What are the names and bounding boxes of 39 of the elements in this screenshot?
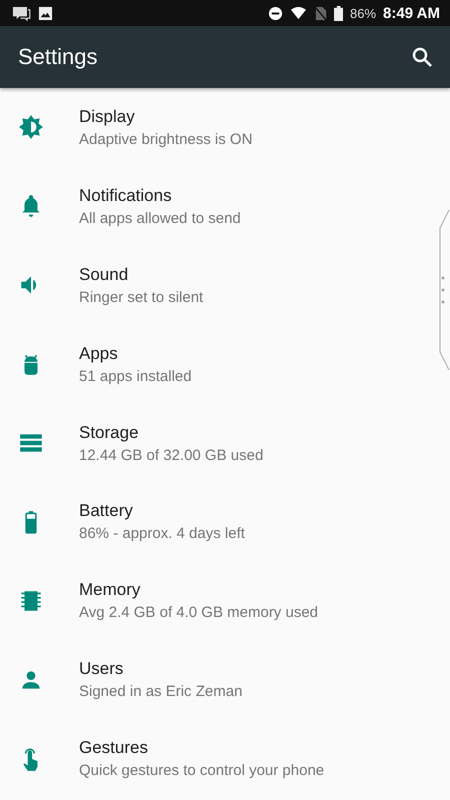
item-title: Battery bbox=[79, 501, 134, 522]
item-summary: 51 apps installed bbox=[79, 368, 192, 385]
chat-icon bbox=[12, 6, 31, 20]
item-title: Memory bbox=[79, 580, 142, 600]
settings-item[interactable]: Users Signed in as Eric Zeman bbox=[0, 640, 450, 720]
item-summary: Quick gestures to control your phone bbox=[79, 762, 324, 780]
item-title: Apps bbox=[79, 344, 119, 364]
item-summary: Avg 2.4 GB of 4.0 GB memory used bbox=[79, 604, 318, 622]
battery-percent: 86% bbox=[350, 6, 376, 20]
item-summary: 12.44 GB of 32.00 GB used bbox=[79, 446, 264, 464]
item-title: Sound bbox=[79, 264, 130, 285]
search-icon[interactable] bbox=[410, 45, 434, 69]
item-title: Display bbox=[79, 106, 136, 127]
settings-item[interactable]: Display Adaptive brightness is ON bbox=[0, 88, 450, 167]
item-summary: Signed in as Eric Zeman bbox=[79, 683, 242, 700]
settings-item[interactable]: Storage 12.44 GB of 32.00 GB used bbox=[0, 404, 450, 482]
item-title: Users bbox=[79, 659, 124, 680]
wifi-icon bbox=[290, 6, 306, 20]
settings-item[interactable]: Gestures Quick gestures to control your phone bbox=[0, 719, 450, 798]
clock: 8:49 AM bbox=[383, 4, 440, 22]
item-summary: Adaptive brightness is ON bbox=[79, 130, 252, 148]
item-summary: All apps allowed to send bbox=[79, 210, 241, 227]
settings-item[interactable]: Notifications All apps allowed to send bbox=[0, 166, 450, 246]
no-sim-icon bbox=[314, 6, 327, 20]
settings-item[interactable]: Battery 86% - approx. 4 days left bbox=[0, 482, 450, 562]
settings-item[interactable]: Apps 51 apps installed bbox=[0, 324, 450, 404]
item-title: Gestures bbox=[79, 738, 149, 758]
battery-icon bbox=[334, 6, 343, 20]
screen-title: Settings bbox=[18, 44, 98, 70]
do-not-disturb-icon bbox=[268, 6, 283, 20]
image-icon bbox=[38, 6, 53, 20]
item-title: Storage bbox=[79, 422, 140, 442]
settings-item[interactable]: Memory Avg 2.4 GB of 4.0 GB memory used bbox=[0, 561, 450, 640]
item-summary: 86% - approx. 4 days left bbox=[79, 525, 245, 542]
settings-item[interactable]: Sound Ringer set to silent bbox=[0, 246, 450, 325]
brightness-icon bbox=[18, 114, 44, 140]
edge-panel-handle[interactable] bbox=[438, 210, 450, 370]
item-summary: Ringer set to silent bbox=[79, 288, 204, 306]
item-title: Notifications bbox=[79, 186, 173, 206]
